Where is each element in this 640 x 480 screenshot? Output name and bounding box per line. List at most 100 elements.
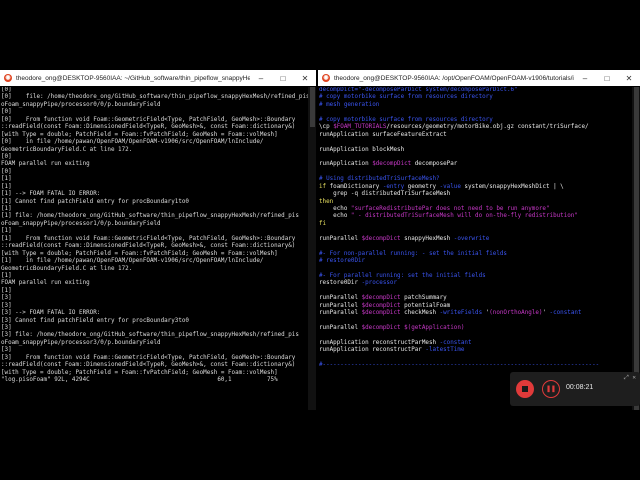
terminal-line: if foamDictionary -entry geometry -value…	[319, 184, 632, 191]
terminal-line: [1] --> FOAM FATAL IO ERROR:	[1, 191, 101, 198]
terminal-line: ::readField(const Foam::DimensionedField…	[1, 124, 296, 131]
pause-record-button[interactable]: ❚❚	[542, 380, 560, 398]
terminal-line: oFoam_snappyPipe/processor0/0/p.boundary…	[1, 101, 161, 108]
terminal-line: # restore0Dir	[319, 258, 632, 265]
terminal-window-left[interactable]: ◉ theodore_ong@DESKTOP-9560IAA: ~/GitHub…	[0, 70, 316, 410]
code-token: echo	[319, 206, 351, 212]
terminal-line: [1] Cannot find patchField entry for pro…	[1, 198, 189, 205]
minimize-button[interactable]: –	[574, 74, 596, 83]
code-token: runApplication surfaceFeatureExtract	[319, 131, 447, 138]
terminal-line: runParallel $decompDict potentialFoam	[319, 303, 632, 310]
code-token: runParallel	[319, 310, 362, 317]
window-title: theodore_ong@DESKTOP-9560IAA: ~/GitHub_s…	[16, 74, 250, 82]
terminal-line: [1] in file /home/pawan/OpenFOAM/OpenFOA…	[1, 258, 264, 265]
code-token: (nonOrthoAngle)	[489, 310, 543, 317]
scroll-thumb[interactable]	[310, 87, 315, 127]
terminal-line: [0]	[1, 168, 12, 175]
scrollbar[interactable]	[308, 87, 316, 410]
terminal-line: runApplication blockMesh	[319, 147, 632, 154]
recorder-window-icons[interactable]: ⤢ ✕	[624, 374, 636, 382]
code-token: fi	[319, 220, 327, 227]
code-token: -value	[439, 183, 461, 190]
code-token: $decompDict	[361, 310, 401, 317]
terminal-line: runApplication reconstructPar -latestTim…	[319, 347, 632, 354]
title-bar[interactable]: ◉ theodore_ong@DESKTOP-9560IAA: /opt/Ope…	[318, 70, 640, 86]
terminal-line: ::readField(const Foam::DimensionedField…	[1, 362, 296, 369]
code-token: decompDict="-decomposeParDict system/dec…	[319, 87, 518, 93]
window-title: theodore_ong@DESKTOP-9560IAA: /opt/OpenF…	[334, 74, 574, 82]
stop-record-button[interactable]	[516, 380, 534, 398]
terminal-window-right[interactable]: ◉ theodore_ong@DESKTOP-9560IAA: /opt/Ope…	[318, 70, 640, 410]
close-button[interactable]: ✕	[618, 74, 640, 83]
screen-recorder-widget[interactable]: ❚❚ 00:08:21 ⤢ ✕	[510, 372, 640, 406]
code-token: runParallel	[319, 235, 362, 242]
terminal-line: [3]	[1, 325, 12, 331]
terminal-line: #---------------------------------------…	[319, 362, 632, 369]
terminal-line: [3]	[1, 302, 12, 309]
code-token: $decompDict	[361, 295, 401, 302]
code-token: $decompDict	[361, 325, 401, 331]
code-token: #- For non-parallel running: - set the i…	[319, 250, 507, 257]
terminal-line: #- For non-parallel running: - set the i…	[319, 251, 632, 258]
code-token: # copy motorbike surface from resources …	[319, 94, 493, 101]
code-token: -writeFields	[439, 310, 483, 317]
code-token: # mesh generation	[319, 101, 380, 108]
code-token: # copy motorbike surface from resources …	[319, 116, 493, 123]
terminal-line: decompDict="-decomposeParDict system/dec…	[319, 87, 632, 94]
vim-status-line: "log.pisoFoam" 92L, 4294C 60,1 75%	[1, 377, 278, 384]
terminal-line: [0] in file /home/pawan/OpenFOAM/OpenFOA…	[1, 139, 264, 146]
code-token: "surfaceRedistributePar does not need to…	[350, 206, 550, 212]
code-token: # Using distributedTriSurfaceMesh?	[319, 176, 440, 183]
terminal-output[interactable]: decompDict="-decomposeParDict system/dec…	[318, 87, 632, 410]
code-token: $decompDict	[372, 161, 412, 168]
minimize-button[interactable]: –	[250, 74, 272, 83]
terminal-output[interactable]: [0] [0] file: /home/theodore_ong/GitHub_s…	[0, 87, 308, 410]
code-token: runParallel	[319, 325, 362, 331]
ubuntu-icon: ◉	[322, 74, 330, 82]
terminal-line: [1]	[1, 206, 12, 212]
terminal-line: GeometricBoundaryField.C at line 172.	[1, 265, 133, 272]
terminal-line: [3] file: /home/theodore_ong/GitHub_soft…	[1, 332, 299, 339]
code-token: runParallel	[319, 295, 362, 302]
maximize-button[interactable]: □	[596, 74, 618, 83]
terminal-line: runParallel $decompDict snappyHexMesh -o…	[319, 236, 632, 243]
code-token: # restore0Dir	[319, 258, 366, 265]
code-token: potentialFoam	[400, 302, 451, 309]
terminal-line: # copy motorbike surface from resources …	[319, 117, 632, 124]
terminal-line: [1]	[1, 272, 12, 279]
code-token: system/snappyHexMeshDict | \	[460, 183, 564, 190]
title-bar[interactable]: ◉ theodore_ong@DESKTOP-9560IAA: ~/GitHub…	[0, 70, 316, 86]
code-token: $decompDict	[361, 302, 401, 309]
terminal-line: [3] From function void Foam::GeometricFi…	[1, 354, 296, 361]
terminal-line: # mesh generation	[319, 102, 632, 109]
scrollbar[interactable]	[632, 87, 640, 410]
terminal-line: [0]	[1, 109, 12, 116]
terminal-line: fi	[319, 221, 632, 228]
terminal-line: [3] Cannot find patchField entry for pro…	[1, 317, 189, 324]
code-token: -constant	[549, 310, 582, 317]
code-token: snappyHexMesh	[400, 235, 454, 242]
terminal-line: restore0Dir -processor	[319, 280, 632, 287]
terminal-line: runApplication reconstructParMesh -const…	[319, 340, 632, 347]
code-token: restore0Dir	[319, 280, 362, 287]
code-token: -latestTime	[425, 347, 465, 354]
terminal-line: runParallel $decompDict checkMesh -write…	[319, 310, 632, 317]
code-token: runApplication reconstructParMesh	[319, 339, 440, 346]
terminal-line: [3]	[1, 347, 12, 354]
code-token: -entry	[382, 183, 405, 190]
terminal-line: [3] --> FOAM FATAL IO ERROR:	[1, 310, 101, 317]
maximize-button[interactable]: □	[272, 74, 294, 83]
scroll-thumb[interactable]	[634, 87, 639, 410]
terminal-line: # Using distributedTriSurfaceMesh?	[319, 176, 632, 183]
close-button[interactable]: ✕	[294, 74, 316, 83]
terminal-line: [1]	[1, 287, 12, 294]
terminal-line: [0]	[1, 153, 12, 160]
code-token: -constant	[439, 339, 472, 346]
terminal-line: oFoam_snappyPipe/processor1/0/p.boundary…	[1, 220, 161, 227]
terminal-line: FOAM parallel run exiting	[1, 280, 90, 287]
